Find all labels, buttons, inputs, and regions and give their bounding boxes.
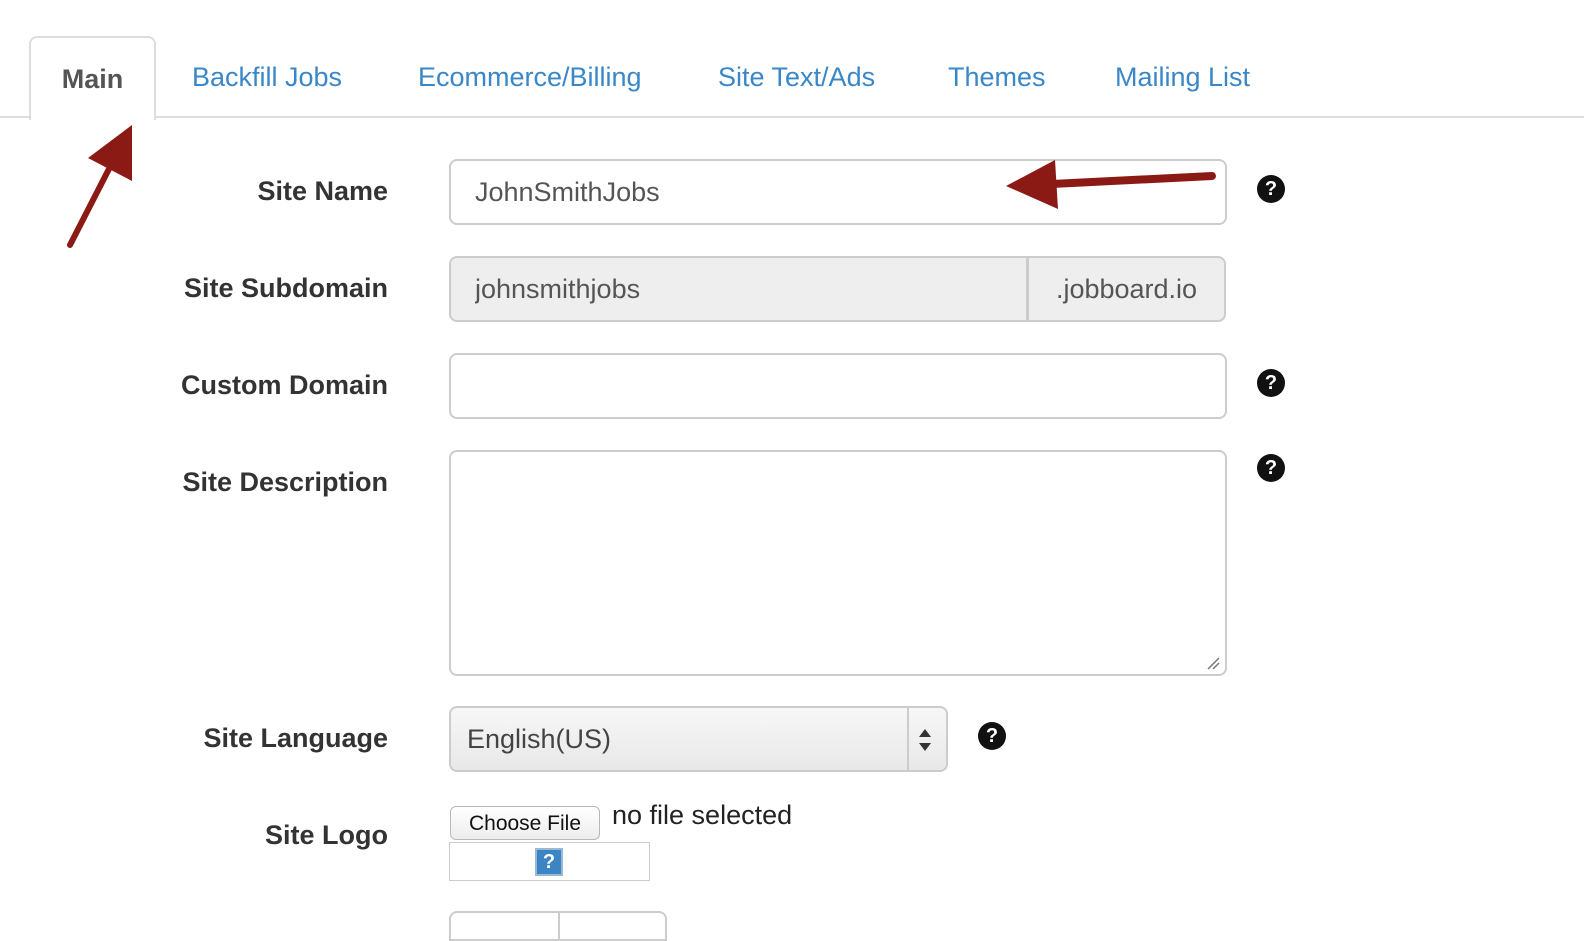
tab-site-text-ads[interactable]: Site Text/Ads	[718, 36, 875, 118]
site-subdomain-input	[449, 256, 1028, 322]
tab-main[interactable]: Main	[29, 36, 156, 120]
site-logo-label: Site Logo	[265, 820, 388, 850]
site-name-input[interactable]	[449, 159, 1227, 225]
subdomain-suffix-addon: .jobboard.io	[1027, 256, 1226, 322]
next-field-control[interactable]	[449, 911, 667, 941]
custom-domain-input[interactable]	[449, 353, 1227, 419]
site-name-label: Site Name	[257, 176, 388, 206]
site-language-help-icon[interactable]: ?	[978, 722, 1006, 750]
settings-tabs: Main Backfill Jobs Ecommerce/Billing Sit…	[0, 0, 1584, 120]
logo-preview: ?	[449, 842, 650, 881]
site-description-help-icon[interactable]: ?	[1257, 454, 1285, 482]
arrow-to-main-tab-icon	[67, 125, 132, 248]
select-updown-icon	[919, 729, 931, 751]
choose-file-button[interactable]: Choose File	[450, 806, 600, 840]
resize-grip-icon[interactable]	[1206, 656, 1220, 670]
site-description-textarea[interactable]	[449, 450, 1227, 676]
control-divider	[558, 913, 560, 941]
tab-mailing-list[interactable]: Mailing List	[1115, 36, 1250, 118]
site-language-value: English(US)	[467, 724, 612, 754]
custom-domain-help-icon[interactable]: ?	[1257, 369, 1285, 397]
select-divider	[907, 708, 909, 770]
site-subdomain-label: Site Subdomain	[183, 273, 388, 303]
site-language-label: Site Language	[203, 723, 388, 753]
site-description-label: Site Description	[182, 467, 388, 497]
site-language-select[interactable]: English(US)	[449, 706, 948, 772]
tab-ecommerce-billing[interactable]: Ecommerce/Billing	[418, 36, 642, 118]
site-name-help-icon[interactable]: ?	[1257, 175, 1285, 203]
tab-themes[interactable]: Themes	[948, 36, 1046, 118]
custom-domain-label: Custom Domain	[180, 370, 388, 400]
broken-image-icon: ?	[535, 848, 563, 876]
file-status-text: no file selected	[612, 800, 793, 830]
tab-backfill-jobs[interactable]: Backfill Jobs	[192, 36, 342, 118]
